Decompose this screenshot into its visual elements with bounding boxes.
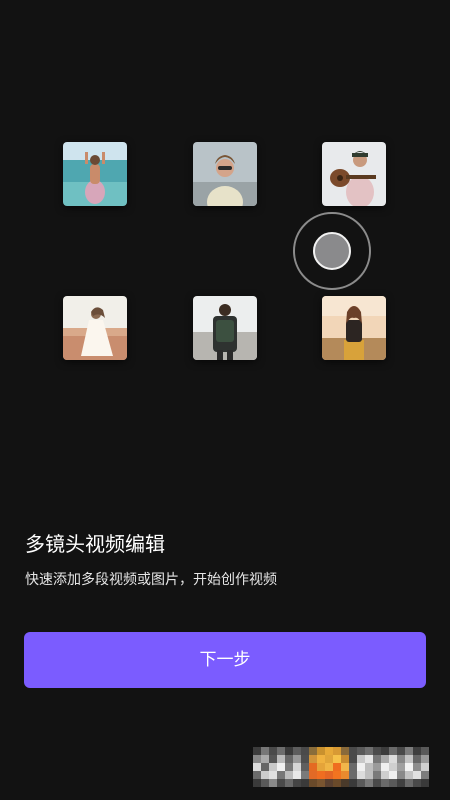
photo-thumbnail-sunset-field [322, 296, 386, 360]
pixelated-watermark-logo [253, 747, 429, 787]
photo-thumbnail-sunglasses [193, 142, 257, 206]
field-photo-icon [63, 296, 127, 360]
page-subtitle: 快速添加多段视频或图片，开始创作视频 [25, 572, 277, 588]
guitar-photo-icon [322, 142, 386, 206]
page-title: 多镜头视频编辑 [25, 532, 165, 556]
photo-thumbnail-beach [63, 142, 127, 206]
record-dot-icon [313, 232, 351, 270]
sunset-photo-icon [322, 296, 386, 360]
photo-thumbnail-backpack [193, 296, 257, 360]
photo-thumbnail-guitar [322, 142, 386, 206]
beach-photo-icon [63, 142, 127, 206]
next-button[interactable]: 下一步 [24, 632, 426, 688]
portrait-photo-icon [193, 142, 257, 206]
photo-thumbnail-field-dress [63, 296, 127, 360]
record-indicator [293, 212, 371, 290]
backpack-photo-icon [193, 296, 257, 360]
